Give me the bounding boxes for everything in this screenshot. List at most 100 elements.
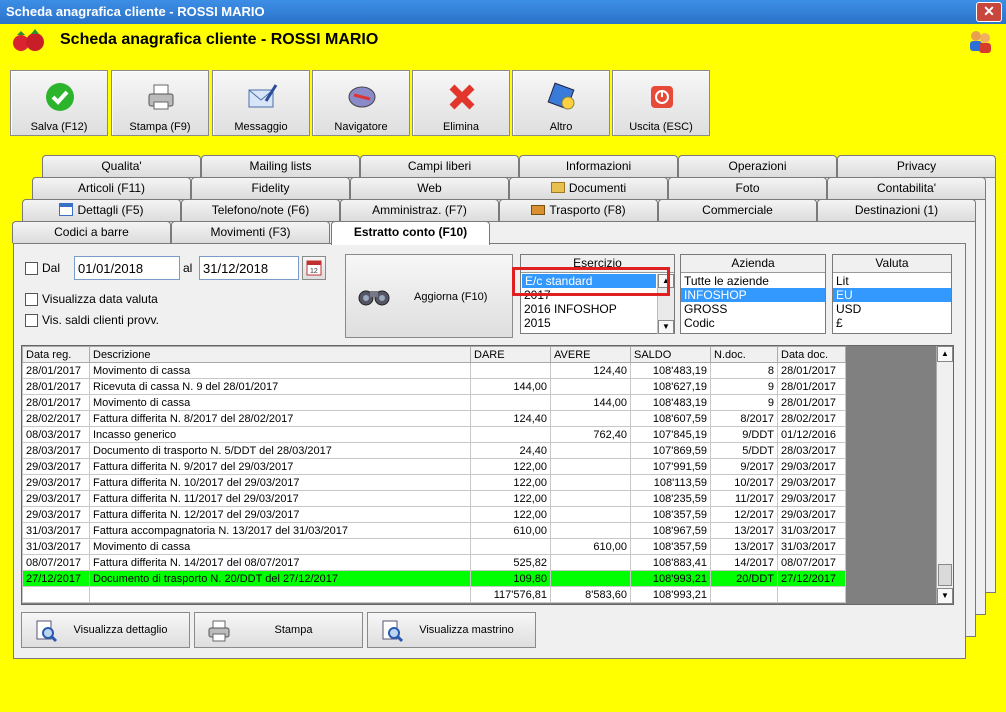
navigator-button[interactable]: Navigatore — [312, 70, 410, 136]
calendar-button[interactable]: 12 — [302, 256, 326, 280]
table-row[interactable]: 28/01/2017 Ricevuta di cassa N. 9 del 28/… — [22, 378, 846, 395]
valuta-item-lit[interactable]: Lit — [833, 274, 951, 288]
date-from-field[interactable]: 01/01/2018 — [74, 256, 180, 280]
table-row[interactable]: 28/02/2017 Fattura differita N. 8/2017 de… — [22, 410, 846, 427]
table-cell: 28/02/2017 — [22, 410, 90, 427]
data-valuta-checkbox[interactable] — [25, 293, 38, 306]
tab-destinazioni[interactable]: Destinazioni (1) — [817, 199, 976, 221]
table-row[interactable]: 29/03/2017 Fattura differita N. 11/2017 d… — [22, 490, 846, 507]
saldi-provv-checkbox[interactable] — [25, 314, 38, 327]
table-row[interactable]: 29/03/2017 Fattura differita N. 9/2017 de… — [22, 458, 846, 475]
esercizio-item-2015[interactable]: 2015 — [521, 316, 674, 330]
tab-documenti[interactable]: Documenti — [509, 177, 668, 199]
col-ndoc[interactable]: N.doc. — [710, 346, 778, 363]
table-cell — [550, 458, 631, 475]
esercizio-item-2016[interactable]: 2016 INFOSHOP — [521, 302, 674, 316]
valuta-item-gbp[interactable]: £ — [833, 316, 951, 330]
tab-web[interactable]: Web — [350, 177, 509, 199]
azienda-item-codic[interactable]: Codic — [681, 316, 825, 330]
table-cell: 27/12/2017 — [22, 570, 90, 587]
table-row[interactable]: 28/01/2017 Movimento di cassa 144,00 108'48… — [22, 394, 846, 411]
tab-qualita[interactable]: Qualita' — [42, 155, 201, 177]
tab-foto[interactable]: Foto — [668, 177, 827, 199]
table-row[interactable]: 31/03/2017 Movimento di cassa 610,00 108'35… — [22, 538, 846, 555]
tab-operazioni[interactable]: Operazioni — [678, 155, 837, 177]
col-data-reg[interactable]: Data reg. — [22, 346, 90, 363]
delete-button[interactable]: Elimina — [412, 70, 510, 136]
message-button[interactable]: Messaggio — [212, 70, 310, 136]
table-row[interactable]: 28/01/2017 Movimento di cassa 124,40 108'48… — [22, 362, 846, 379]
scroll-up-icon[interactable]: ▲ — [937, 346, 953, 362]
table-cell: 29/03/2017 — [777, 506, 846, 523]
table-cell: 9 — [710, 378, 778, 395]
valuta-item-eu[interactable]: EU — [833, 288, 951, 302]
dal-checkbox[interactable] — [25, 262, 38, 275]
scroll-down-icon[interactable]: ▼ — [937, 588, 953, 604]
tab-mailing-lists[interactable]: Mailing lists — [201, 155, 360, 177]
tab-dettagli[interactable]: Dettagli (F5) — [22, 199, 181, 221]
valuta-list[interactable]: Valuta Lit EU USD £ — [832, 254, 952, 334]
table-cell: 122,00 — [470, 458, 551, 475]
table-cell: Fattura differita N. 9/2017 del 29/03/20… — [89, 458, 471, 475]
table-row[interactable]: 29/03/2017 Fattura differita N. 10/2017 d… — [22, 474, 846, 491]
table-cell — [777, 586, 846, 603]
tab-commerciale[interactable]: Commerciale — [658, 199, 817, 221]
col-data-doc[interactable]: Data doc. — [777, 346, 846, 363]
table-row[interactable]: 29/03/2017 Fattura differita N. 12/2017 d… — [22, 506, 846, 523]
close-window-button[interactable]: ✕ — [976, 2, 1002, 22]
col-avere[interactable]: AVERE — [550, 346, 631, 363]
azienda-list[interactable]: Azienda Tutte le aziende INFOSHOP GROSS … — [680, 254, 826, 334]
table-cell: 28/01/2017 — [777, 378, 846, 395]
aggiorna-button[interactable]: Aggiorna (F10) — [345, 254, 513, 338]
tab-telefono-note[interactable]: Telefono/note (F6) — [181, 199, 340, 221]
aggiorna-label: Aggiorna (F10) — [414, 291, 488, 303]
table-row[interactable]: 31/03/2017 Fattura accompagnatoria N. 13/… — [22, 522, 846, 539]
tab-campi-liberi[interactable]: Campi liberi — [360, 155, 519, 177]
table-cell — [470, 394, 551, 411]
tab-articoli[interactable]: Articoli (F11) — [32, 177, 191, 199]
table-cell: 28/03/2017 — [22, 442, 90, 459]
azienda-header: Azienda — [681, 255, 825, 273]
tab-fidelity[interactable]: Fidelity — [191, 177, 350, 199]
date-to-field[interactable]: 31/12/2018 — [199, 256, 299, 280]
azienda-item-gross[interactable]: GROSS — [681, 302, 825, 316]
users-icon[interactable] — [967, 28, 993, 54]
col-saldo[interactable]: SALDO — [630, 346, 711, 363]
azienda-item-tutte[interactable]: Tutte le aziende — [681, 274, 825, 288]
stampa-button[interactable]: Stampa — [194, 612, 363, 648]
grid-scrollbar[interactable]: ▲ ▼ — [936, 346, 953, 604]
print-button[interactable]: Stampa (F9) — [111, 70, 209, 136]
tab-trasporto[interactable]: Trasporto (F8) — [499, 199, 658, 221]
azienda-item-infoshop[interactable]: INFOSHOP — [681, 288, 825, 302]
table-cell: 107'869,59 — [630, 442, 711, 459]
table-row[interactable]: 08/07/2017 Fattura differita N. 14/2017 d… — [22, 554, 846, 571]
table-header-row: Data reg. Descrizione DARE AVERE SALDO N… — [22, 346, 846, 363]
estratto-conto-grid[interactable]: Data reg. Descrizione DARE AVERE SALDO N… — [21, 345, 954, 605]
scroll-thumb[interactable] — [938, 564, 952, 586]
tab-movimenti[interactable]: Movimenti (F3) — [171, 221, 330, 243]
exit-button[interactable]: Uscita (ESC) — [612, 70, 710, 136]
scroll-down-icon[interactable]: ▼ — [658, 320, 674, 334]
tab-privacy[interactable]: Privacy — [837, 155, 996, 177]
tab-amministraz[interactable]: Amministraz. (F7) — [340, 199, 499, 221]
tab-contabilita[interactable]: Contabilita' — [827, 177, 986, 199]
totals-row[interactable]: 117'576,81 8'583,60 108'993,21 — [22, 586, 846, 603]
table-row[interactable]: 08/03/2017 Incasso generico 762,40 107'845,… — [22, 426, 846, 443]
tab-estratto-conto[interactable]: Estratto conto (F10) — [331, 221, 490, 245]
col-dare[interactable]: DARE — [470, 346, 551, 363]
table-row[interactable]: 27/12/2017 Documento di trasporto N. 20/D… — [22, 570, 846, 587]
col-descrizione[interactable]: Descrizione — [89, 346, 471, 363]
tab-codici-a-barre[interactable]: Codici a barre — [12, 221, 171, 243]
table-cell: 107'845,19 — [630, 426, 711, 443]
save-button[interactable]: Salva (F12) — [10, 70, 108, 136]
table-cell: 108'993,21 — [630, 570, 711, 587]
table-cell: 29/03/2017 — [777, 458, 846, 475]
visualizza-dettaglio-button[interactable]: Visualizza dettaglio — [21, 612, 190, 648]
table-row[interactable]: 28/03/2017 Documento di trasporto N. 5/DD… — [22, 442, 846, 459]
table-cell: 29/03/2017 — [777, 474, 846, 491]
visualizza-mastrino-button[interactable]: Visualizza mastrino — [367, 612, 536, 648]
valuta-item-usd[interactable]: USD — [833, 302, 951, 316]
more-button[interactable]: Altro — [512, 70, 610, 136]
tab-informazioni[interactable]: Informazioni — [519, 155, 678, 177]
table-cell: 5/DDT — [710, 442, 778, 459]
